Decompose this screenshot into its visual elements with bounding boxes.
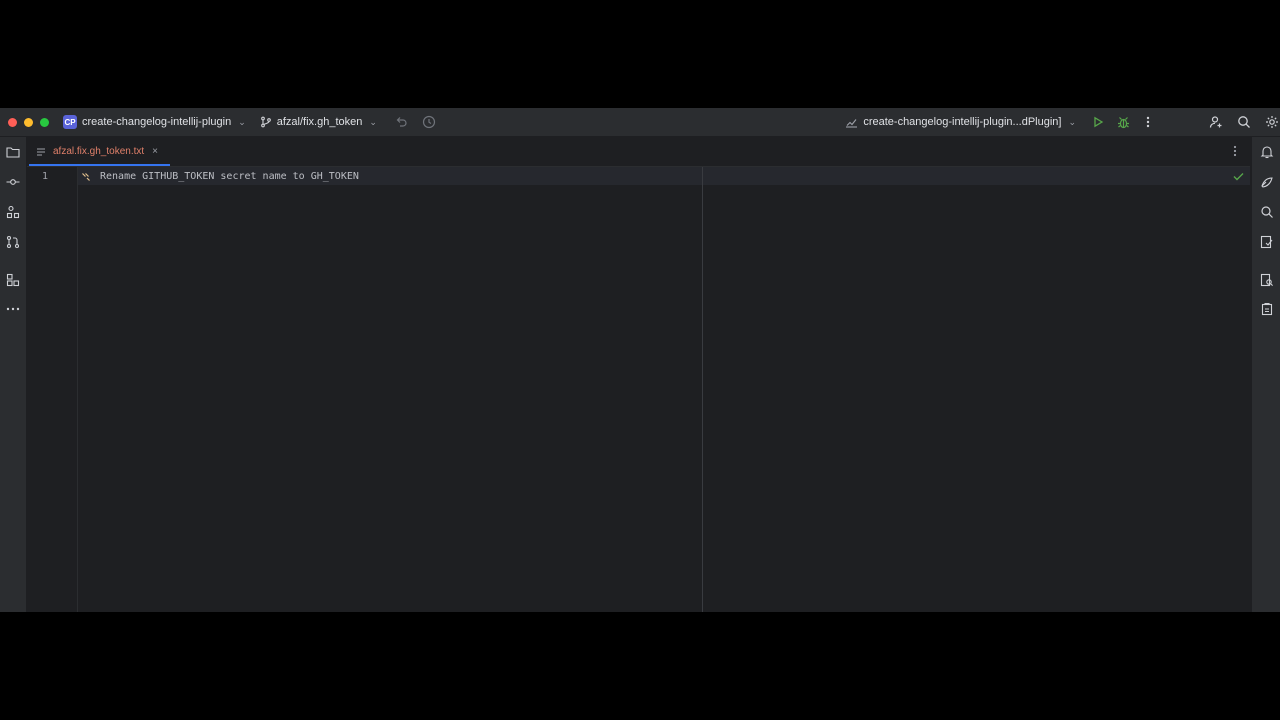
more-vertical-icon[interactable] xyxy=(1140,114,1156,130)
search-icon[interactable] xyxy=(1236,114,1252,130)
code-line-1[interactable]: Rename GITHUB_TOKEN secret name to GH_TO… xyxy=(100,171,359,182)
window-controls xyxy=(8,117,49,127)
chevron-down-icon: ⌄ xyxy=(238,116,246,127)
project-name: create-changelog-intellij-plugin xyxy=(82,116,232,128)
chevron-down-icon: ⌄ xyxy=(1068,116,1076,127)
run-config-icon xyxy=(845,116,858,128)
run-config-name: create-changelog-intellij-plugin...dPlug… xyxy=(863,116,1062,128)
editor-gutter: 1 xyxy=(27,167,78,612)
zoom-window-button[interactable] xyxy=(40,117,49,127)
right-margin-guide xyxy=(702,167,703,612)
clipboard-icon[interactable] xyxy=(1258,300,1275,317)
tab-actions-menu-icon[interactable] xyxy=(1228,144,1242,158)
find-icon[interactable] xyxy=(1258,203,1275,220)
run-icon[interactable] xyxy=(1090,114,1106,130)
close-tab-icon[interactable]: × xyxy=(152,146,158,157)
active-tab-indicator xyxy=(29,164,170,166)
undo-icon[interactable] xyxy=(393,114,409,130)
more-tools-icon[interactable] xyxy=(4,300,21,317)
ide-window: CP create-changelog-intellij-plugin ⌄ af… xyxy=(0,108,1280,612)
coverage-icon[interactable] xyxy=(1258,233,1275,250)
project-folder-icon[interactable] xyxy=(4,143,21,160)
pull-requests-icon[interactable] xyxy=(4,233,21,250)
ai-assistant-icon[interactable] xyxy=(1258,173,1275,190)
tab-label: afzal.fix.gh_token.txt xyxy=(53,146,145,157)
project-badge: CP xyxy=(63,115,77,129)
add-user-icon[interactable] xyxy=(1208,114,1224,130)
settings-gear-icon[interactable] xyxy=(1264,114,1280,130)
plugins-icon[interactable] xyxy=(4,271,21,288)
inspect-file-icon[interactable] xyxy=(1258,271,1275,288)
line-number: 1 xyxy=(41,171,48,182)
git-branch-icon xyxy=(260,116,272,128)
inspection-ok-check-icon[interactable] xyxy=(1232,170,1244,182)
left-tool-strip xyxy=(0,137,27,612)
structure-icon[interactable] xyxy=(4,203,21,220)
code-editor[interactable]: 1 Rename GITHUB_TOKEN secret name to GH_… xyxy=(27,167,1250,612)
right-tool-strip xyxy=(1251,137,1280,612)
branch-selector[interactable]: afzal/fix.gh_token ⌄ xyxy=(260,116,377,128)
notifications-bell-icon[interactable] xyxy=(1258,143,1275,160)
project-selector[interactable]: CP create-changelog-intellij-plugin ⌄ xyxy=(63,115,246,129)
title-bar: CP create-changelog-intellij-plugin ⌄ af… xyxy=(0,108,1280,137)
intention-bulb-icon[interactable] xyxy=(80,171,91,182)
close-window-button[interactable] xyxy=(8,117,17,127)
branch-name: afzal/fix.gh_token xyxy=(276,116,363,128)
chevron-down-icon: ⌄ xyxy=(369,116,377,127)
tab-afzal-fix-gh-token[interactable]: afzal.fix.gh_token.txt × xyxy=(27,137,170,166)
commit-icon[interactable] xyxy=(4,173,21,190)
text-file-icon xyxy=(35,146,47,158)
editor-tab-bar: afzal.fix.gh_token.txt × xyxy=(27,137,1250,167)
history-icon[interactable] xyxy=(421,114,437,130)
minimize-window-button[interactable] xyxy=(24,117,33,127)
debug-icon[interactable] xyxy=(1115,114,1131,130)
run-config-selector[interactable]: create-changelog-intellij-plugin...dPlug… xyxy=(845,116,1076,128)
